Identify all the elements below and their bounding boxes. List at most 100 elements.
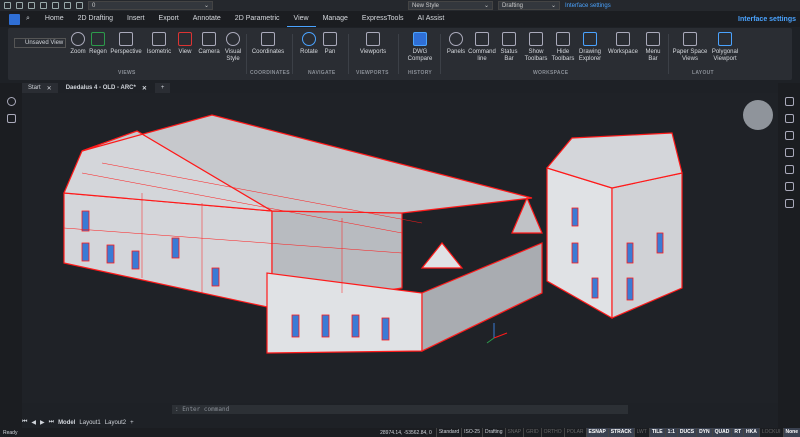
tab-start[interactable]: Start ✕: [22, 83, 58, 93]
visual-style-button[interactable]: Visual Style: [222, 32, 244, 63]
status-toggle-lwt[interactable]: LWT: [633, 428, 649, 437]
status-toggle-dyn[interactable]: DYN: [696, 428, 712, 437]
structure-icon[interactable]: [6, 114, 16, 123]
status-toggle-iso25[interactable]: ISO-25: [461, 428, 482, 437]
nav-next-icon[interactable]: ▶: [40, 419, 45, 426]
new-tab-button[interactable]: +: [154, 83, 171, 93]
nav-last-icon[interactable]: ⏭: [49, 419, 54, 426]
named-view-dropdown[interactable]: Unsaved View: [14, 38, 66, 48]
label: Visual Style: [224, 49, 242, 62]
app-logo-icon[interactable]: [9, 13, 20, 25]
tab-2d-drafting[interactable]: 2D Drafting: [71, 11, 120, 27]
drawing-explorer-button[interactable]: Drawing Explorer: [576, 32, 604, 63]
close-icon[interactable]: ✕: [142, 85, 147, 92]
save-icon[interactable]: [28, 2, 35, 9]
model-viewport[interactable]: [22, 93, 778, 403]
label: Paper Space Views: [672, 49, 708, 62]
properties-icon[interactable]: [784, 97, 794, 106]
layers-icon[interactable]: [784, 114, 794, 123]
status-toggle-standard[interactable]: Standard: [435, 428, 461, 437]
status-toggle-strack[interactable]: STRACK: [607, 428, 634, 437]
hide-toolbars-button[interactable]: Hide Toolbars: [550, 32, 576, 63]
label: Menu Bar: [645, 49, 661, 62]
tab-drawing[interactable]: Daedalus 4 - OLD - ARC* ✕: [59, 83, 153, 93]
coordinates-button[interactable]: Coordinates: [250, 32, 286, 56]
tab-home[interactable]: Home: [38, 11, 71, 27]
tab-2d-parametric[interactable]: 2D Parametric: [228, 11, 287, 27]
status-toggle-snap[interactable]: SNAP: [504, 428, 524, 437]
interface-settings-link[interactable]: Interface settings: [565, 3, 611, 9]
show-toolbars-button[interactable]: Show Toolbars: [523, 32, 549, 63]
nav-first-icon[interactable]: ⏮: [22, 419, 27, 426]
viewports-button[interactable]: Viewports: [353, 32, 393, 56]
tab-layout1[interactable]: Layout1: [79, 420, 100, 426]
status-toggle-rt[interactable]: RT: [731, 428, 744, 437]
label: View: [178, 49, 192, 55]
interface-settings-button[interactable]: Interface settings: [738, 16, 796, 23]
status-toggle-lockui[interactable]: LOCKUI: [758, 428, 783, 437]
status-toggle-hka[interactable]: HKA: [743, 428, 759, 437]
rotate-button[interactable]: Rotate: [298, 32, 320, 56]
group-views: VIEWS: [118, 70, 136, 76]
tab-model[interactable]: Model: [58, 420, 75, 426]
menu-bar-button[interactable]: Menu Bar: [642, 32, 664, 63]
render-icon[interactable]: [784, 182, 794, 191]
tab-layout2[interactable]: Layout2: [105, 420, 126, 426]
status-toggle-esnap[interactable]: ESNAP: [585, 428, 608, 437]
tab-insert[interactable]: Insert: [120, 11, 152, 27]
label: Zoom: [70, 49, 86, 55]
command-line-button[interactable]: Command line: [468, 32, 496, 63]
status-toggle-grid[interactable]: GRID: [523, 428, 541, 437]
save-as-icon[interactable]: [40, 2, 47, 9]
status-toggle-tile[interactable]: TILE: [648, 428, 665, 437]
camera-button[interactable]: Camera: [197, 32, 221, 56]
tab-ai-assist[interactable]: AI Assist: [411, 11, 452, 27]
close-icon[interactable]: ✕: [47, 85, 52, 92]
layer-value: 0: [92, 2, 96, 9]
tab-manage[interactable]: Manage: [316, 11, 355, 27]
status-bar-button[interactable]: Status Bar: [498, 32, 520, 63]
status-toggle-ortho[interactable]: ORTHO: [540, 428, 564, 437]
command-input[interactable]: : Enter command: [172, 405, 628, 414]
zoom-button[interactable]: Zoom: [68, 32, 88, 56]
status-toggle-drafting[interactable]: Drafting: [481, 428, 505, 437]
paper-space-views-button[interactable]: Paper Space Views: [672, 32, 708, 63]
pan-button[interactable]: Pan: [321, 32, 339, 56]
tab-export[interactable]: Export: [152, 11, 186, 27]
view-button[interactable]: View: [176, 32, 194, 56]
label: Show Toolbars: [524, 49, 548, 62]
tab-view[interactable]: View: [286, 11, 316, 27]
drawing-explorer-icon[interactable]: [784, 165, 794, 174]
nav-prev-icon[interactable]: ◀: [31, 419, 36, 426]
perspective-button[interactable]: Perspective: [108, 32, 144, 56]
tips-icon[interactable]: [6, 97, 16, 106]
tab-expresstools[interactable]: ExpressTools: [355, 11, 411, 27]
polygonal-viewport-button[interactable]: Polygonal Viewport: [708, 32, 742, 63]
status-toggle-none[interactable]: None: [782, 428, 800, 437]
blocks-icon[interactable]: [784, 148, 794, 157]
status-toggle-ducs[interactable]: DUCS: [676, 428, 697, 437]
status-toggle-quad[interactable]: QUAD: [711, 428, 732, 437]
new-icon[interactable]: [4, 2, 11, 9]
redo-icon[interactable]: [76, 2, 83, 9]
print-icon[interactable]: [52, 2, 59, 9]
isometric-button[interactable]: Isometric: [145, 32, 173, 56]
panels-button[interactable]: Panels: [446, 32, 466, 56]
open-icon[interactable]: [16, 2, 23, 9]
dwg-compare-button[interactable]: DWG Compare: [402, 32, 438, 63]
library-icon[interactable]: [784, 131, 794, 140]
group-navigate: NAVIGATE: [308, 70, 336, 76]
search-icon[interactable]: ⌕: [26, 15, 30, 23]
workspace-button[interactable]: Workspace: [606, 32, 640, 56]
status-toggle-11[interactable]: 1:1: [664, 428, 677, 437]
workspace-dropdown[interactable]: Drafting ⌄: [498, 1, 560, 10]
layer-dropdown[interactable]: 0 ⌄: [88, 1, 213, 10]
undo-icon[interactable]: [64, 2, 71, 9]
group-coordinates: COORDINATES: [250, 70, 290, 76]
add-layout-button[interactable]: +: [130, 420, 134, 426]
tab-annotate[interactable]: Annotate: [186, 11, 228, 27]
regen-button[interactable]: Regen: [88, 32, 108, 56]
style-dropdown[interactable]: New Style ⌄: [408, 1, 493, 10]
status-toggle-polar[interactable]: POLAR: [563, 428, 586, 437]
cloud-icon[interactable]: [784, 199, 794, 208]
